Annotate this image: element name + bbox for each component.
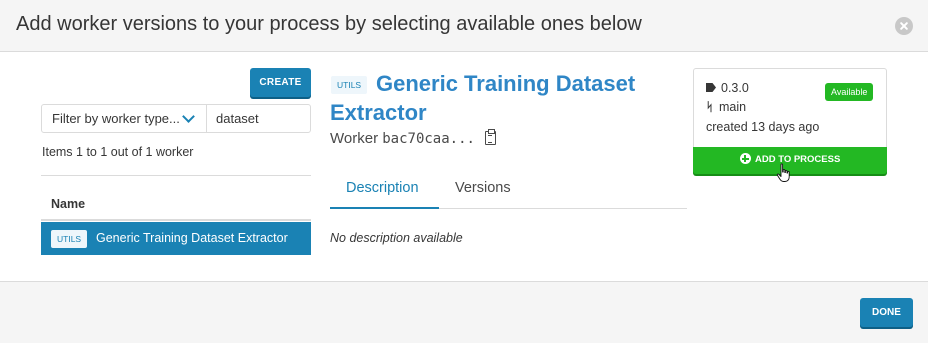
close-icon[interactable] — [895, 17, 913, 35]
plus-circle-icon — [739, 153, 751, 164]
branch-icon: ᛋ — [706, 100, 714, 114]
worker-title: Generic Training Dataset Extractor — [330, 71, 636, 125]
tag-icon — [706, 83, 716, 92]
tab-active-indicator — [330, 207, 439, 209]
status-badge: Available — [825, 83, 874, 101]
table-header-line — [41, 219, 311, 221]
table-divider — [41, 175, 311, 176]
items-count: Items 1 to 1 out of 1 worker — [42, 145, 194, 159]
table-row[interactable]: UTILS Generic Training Dataset Extractor — [41, 222, 311, 255]
worker-id-value: bac70caa... — [382, 131, 475, 147]
create-button[interactable]: CREATE — [250, 68, 311, 97]
hand-cursor-icon — [776, 163, 790, 182]
add-to-process-label: ADD TO PROCESS — [754, 154, 841, 165]
done-button[interactable]: DONE — [860, 298, 913, 327]
chevron-down-icon — [182, 110, 195, 123]
worker-id: Worker bac70caa... — [330, 129, 497, 147]
created-date: created 13 days ago — [706, 120, 820, 134]
column-header-name: Name — [51, 197, 86, 211]
modal-footer — [0, 281, 928, 343]
worker-id-prefix: Worker — [330, 130, 379, 147]
row-worker-name: Generic Training Dataset Extractor — [96, 231, 288, 245]
version-line: 0.3.0 — [706, 81, 749, 95]
row-type-tag: UTILS — [51, 230, 88, 248]
clipboard-icon[interactable] — [485, 129, 497, 145]
worker-type-filter-select[interactable]: Filter by worker type... — [41, 104, 207, 133]
search-input[interactable] — [206, 104, 311, 133]
version-number: 0.3.0 — [721, 81, 749, 95]
branch-line: ᛋ main — [706, 100, 746, 114]
modal-title: Add worker versions to your process by s… — [16, 13, 642, 35]
description-text: No description available — [330, 231, 463, 245]
modal-header: Add worker versions to your process by s… — [0, 0, 928, 52]
tab-description[interactable]: Description — [346, 180, 419, 196]
filter-select-label: Filter by worker type... — [52, 111, 180, 126]
tab-versions[interactable]: Versions — [455, 180, 511, 196]
branch-name: main — [719, 100, 747, 114]
